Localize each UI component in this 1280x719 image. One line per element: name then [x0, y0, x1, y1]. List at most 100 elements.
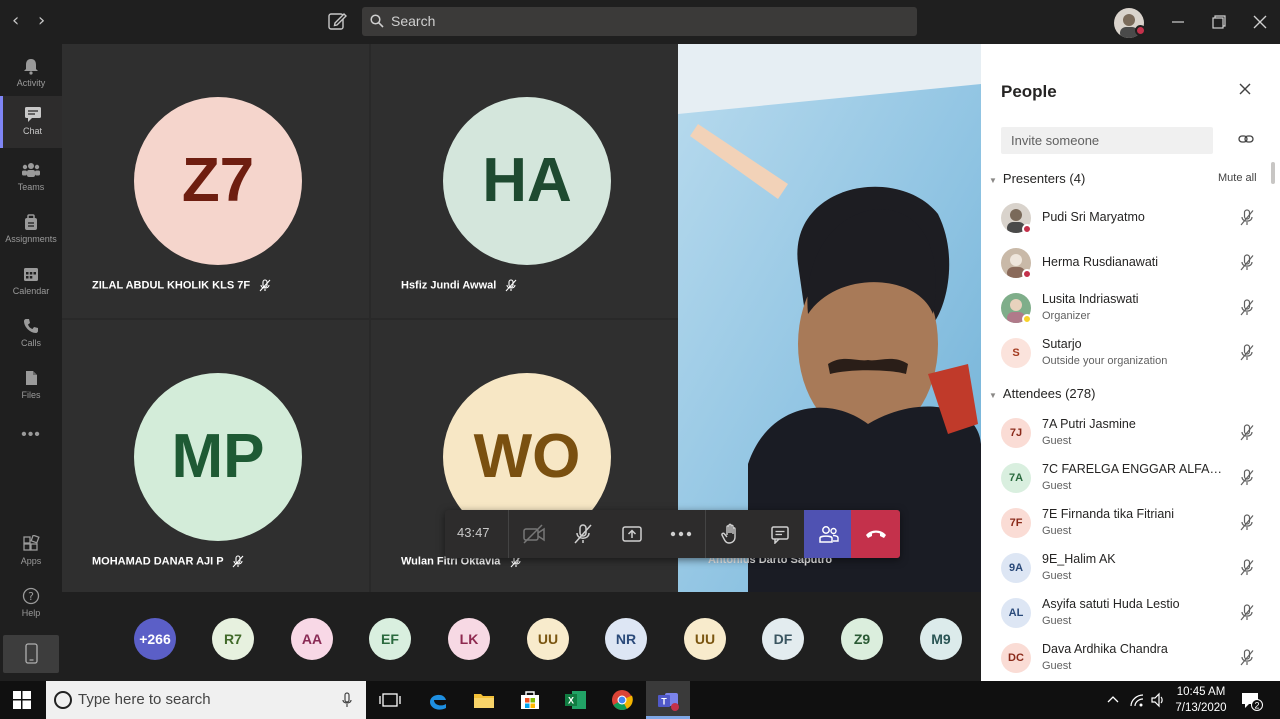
mic-off-icon[interactable] — [1239, 649, 1255, 667]
network-icon[interactable] — [1129, 692, 1145, 708]
microphone-icon[interactable] — [342, 692, 352, 708]
participant-tile[interactable]: Z7 ZILAL ABDUL KHOLIK KLS 7F — [62, 44, 369, 318]
taskbar-clock[interactable]: 10:45 AM 7/13/2020 — [1172, 684, 1230, 716]
gallery-avatar[interactable]: DF — [762, 618, 804, 660]
mic-off-icon[interactable] — [1239, 559, 1255, 577]
mic-off-icon[interactable] — [1239, 469, 1255, 487]
mic-toggle-button[interactable] — [558, 510, 607, 558]
mobile-device-button[interactable] — [3, 635, 59, 673]
back-arrow-icon[interactable]: ‹ — [12, 10, 19, 31]
participant-row[interactable]: Herma Rusdianawati — [1001, 244, 1271, 289]
participant-name: Sutarjo — [1042, 337, 1082, 351]
share-screen-button[interactable] — [607, 510, 656, 558]
clock-time: 10:45 AM — [1176, 686, 1226, 698]
task-view-icon[interactable] — [376, 686, 404, 714]
avatar: 7A — [1001, 463, 1031, 493]
chevron-down-icon: ▼ — [989, 391, 997, 400]
participant-row[interactable]: 7F 7E Firnanda tika Fitriani Guest — [1001, 504, 1271, 549]
gallery-avatar[interactable]: AA — [291, 618, 333, 660]
share-icon — [621, 526, 642, 542]
gallery-avatar[interactable]: M9 — [920, 618, 962, 660]
store-icon[interactable] — [516, 686, 544, 714]
rail-item-assignments[interactable]: Assignments — [0, 204, 62, 256]
participant-tile[interactable]: MP MOHAMAD DANAR AJI P — [62, 320, 369, 594]
presenters-header[interactable]: ▼ Presenters (4) — [989, 171, 1085, 186]
raise-hand-button[interactable] — [706, 510, 755, 558]
notification-center-icon[interactable]: 2 — [1240, 690, 1264, 712]
gallery-avatar[interactable]: UU — [684, 618, 726, 660]
gallery-avatar[interactable]: LK — [448, 618, 490, 660]
rail-item-calendar[interactable]: Calendar — [0, 256, 62, 308]
more-apps-icon[interactable]: ••• — [0, 426, 62, 444]
gallery-avatar[interactable]: UU — [527, 618, 569, 660]
more-actions-button[interactable] — [656, 510, 705, 558]
rail-item-calls[interactable]: Calls — [0, 308, 62, 360]
mic-off-icon[interactable] — [1239, 344, 1255, 362]
close-window-icon[interactable] — [1250, 12, 1270, 32]
attendees-header[interactable]: ▼ Attendees (278) — [989, 386, 1095, 401]
compose-icon[interactable] — [326, 10, 348, 32]
gallery-avatar[interactable]: Z9 — [841, 618, 883, 660]
rail-item-apps[interactable]: Apps — [0, 526, 62, 578]
taskbar-search-placeholder: Type here to search — [78, 691, 211, 708]
gallery-avatar[interactable]: NR — [605, 618, 647, 660]
rail-item-chat[interactable]: Chat — [0, 96, 62, 148]
teams-taskbar-button[interactable]: T — [646, 681, 690, 719]
participant-row[interactable]: Pudi Sri Maryatmo — [1001, 199, 1271, 244]
participant-name: Lusita Indriaswati — [1042, 292, 1139, 306]
scrollbar[interactable] — [1271, 162, 1275, 184]
mic-off-icon[interactable] — [1239, 209, 1255, 227]
participant-row[interactable]: Lusita Indriaswati Organizer — [1001, 289, 1271, 334]
participant-row[interactable]: S Sutarjo Outside your organization — [1001, 334, 1271, 379]
excel-icon[interactable]: X — [562, 686, 590, 714]
avatar: DC — [1001, 643, 1031, 673]
mic-off-icon[interactable] — [1239, 299, 1255, 317]
more-participants-avatar[interactable]: +266 — [134, 618, 176, 660]
chevron-up-icon[interactable] — [1107, 694, 1119, 704]
minimize-icon[interactable] — [1168, 12, 1188, 32]
rail-item-help[interactable]: ? Help — [0, 578, 62, 630]
rail-label: Activity — [16, 78, 46, 88]
windows-start-icon[interactable] — [13, 691, 31, 709]
participants-button[interactable] — [804, 510, 853, 558]
hang-up-button[interactable] — [851, 510, 900, 558]
participant-row[interactable]: 9A 9E_Halim AK Guest — [1001, 549, 1271, 594]
participant-row[interactable]: 7A 7C FARELGA ENGGAR ALFAR... Guest — [1001, 459, 1271, 504]
camera-toggle-button[interactable] — [509, 510, 558, 558]
edge-browser-icon[interactable] — [424, 686, 452, 714]
participant-name: 9E_Halim AK — [1042, 552, 1116, 566]
avatar: AL — [1001, 598, 1031, 628]
taskbar-search-input[interactable]: Type here to search — [46, 681, 366, 719]
link-icon[interactable] — [1238, 132, 1254, 146]
mic-off-icon[interactable] — [1239, 424, 1255, 442]
participant-row[interactable]: 7J 7A Putri Jasmine Guest — [1001, 414, 1271, 459]
participant-row[interactable]: AL Asyifa satuti Huda Lestio Guest — [1001, 594, 1271, 639]
participant-row[interactable]: DC Dava Ardhika Chandra Guest — [1001, 639, 1271, 681]
close-icon[interactable] — [1238, 82, 1252, 96]
invite-input[interactable]: Invite someone — [1001, 127, 1213, 154]
chat-icon — [24, 107, 41, 122]
mic-off-icon[interactable] — [1239, 254, 1255, 272]
rail-label: Teams — [17, 182, 45, 192]
speaker-icon[interactable] — [1150, 692, 1166, 708]
call-timer: 43:47 — [457, 525, 490, 540]
search-input[interactable]: Search — [362, 7, 917, 36]
maximize-icon[interactable] — [1209, 12, 1229, 32]
mic-off-icon[interactable] — [1239, 514, 1255, 532]
forward-arrow-icon[interactable]: › — [38, 10, 45, 31]
presence-busy-icon — [1022, 224, 1032, 234]
rail-item-activity[interactable]: Activity — [0, 48, 62, 100]
chat-button[interactable] — [755, 510, 804, 558]
meeting-stage: Z7 ZILAL ABDUL KHOLIK KLS 7F HA Hsfiz Ju… — [62, 44, 981, 681]
participant-name: ZILAL ABDUL KHOLIK KLS 7F — [92, 279, 271, 292]
gallery-avatar[interactable]: EF — [369, 618, 411, 660]
rail-item-teams[interactable]: Teams — [0, 152, 62, 204]
chrome-icon[interactable] — [608, 686, 636, 714]
mic-off-icon[interactable] — [1239, 604, 1255, 622]
gallery-avatar[interactable]: R7 — [212, 618, 254, 660]
rail-item-files[interactable]: Files — [0, 360, 62, 412]
rail-label: Calendar — [12, 286, 50, 296]
file-explorer-icon[interactable] — [470, 686, 498, 714]
participant-tile[interactable]: HA Hsfiz Jundi Awwal — [371, 44, 678, 318]
mute-all-button[interactable]: Mute all — [1218, 172, 1257, 184]
